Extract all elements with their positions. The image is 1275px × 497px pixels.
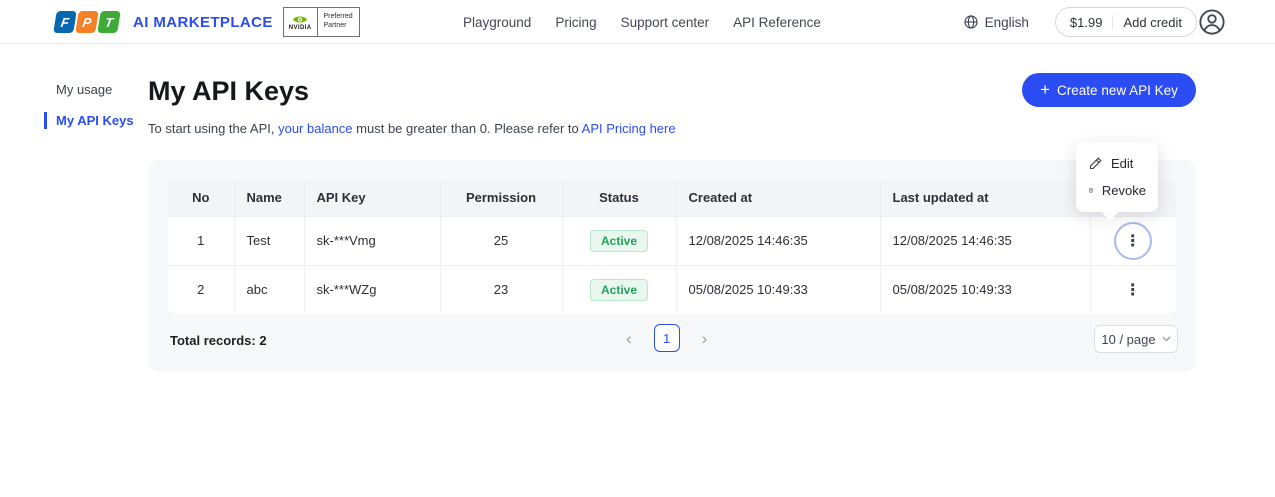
cell-actions: ⋮	[1090, 264, 1176, 314]
sidebar-item-my-usage[interactable]: My usage	[44, 74, 144, 105]
kebab-icon: ⋮	[1124, 281, 1142, 299]
nav-pricing[interactable]: Pricing	[555, 15, 596, 30]
page-subtitle: To start using the API, your balance mus…	[148, 121, 676, 136]
nvidia-logo: NVIDIA	[284, 8, 317, 36]
top-right-group: English $1.99 Add credit	[963, 0, 1197, 44]
fpt-logo-f: F	[53, 11, 77, 33]
menu-item-revoke-label: Revoke	[1101, 183, 1146, 198]
create-api-key-label: Create new API Key	[1057, 82, 1178, 98]
col-updated-at: Last updated at	[880, 180, 1091, 216]
status-badge: Active	[589, 278, 649, 301]
nvidia-partner-text: Preferred Partner	[316, 8, 359, 36]
cell-permission: 25	[440, 215, 563, 265]
language-selector[interactable]: English	[963, 14, 1029, 30]
menu-item-revoke[interactable]: Revoke	[1076, 177, 1158, 204]
cell-name: abc	[234, 264, 305, 314]
cell-name: Test	[234, 215, 305, 265]
cell-no: 2	[168, 264, 235, 314]
row-actions-button[interactable]: ⋮	[1114, 271, 1152, 309]
cell-status: Active	[562, 264, 677, 314]
main-nav: Playground Pricing Support center API Re…	[463, 0, 821, 44]
cell-api-key: sk-***Vmg	[304, 215, 441, 265]
fpt-logo: F P T	[53, 11, 121, 33]
total-records-label: Total records: 2	[170, 333, 267, 348]
revoke-trash-icon	[1088, 188, 1094, 193]
nvidia-line2: Partner	[323, 22, 347, 29]
cell-actions: ⋮	[1090, 215, 1176, 265]
table-row: 1 Test sk-***Vmg 25 Active 12/08/2025 14…	[168, 215, 1176, 265]
next-page-button[interactable]: ›	[702, 330, 708, 347]
top-bar: F P T AI MARKETPLACE NVIDIA Preferred Pa…	[0, 0, 1275, 44]
api-keys-card: No Name API Key Permission Status Create…	[148, 160, 1196, 372]
col-status: Status	[562, 180, 677, 216]
add-credit-button[interactable]: Add credit	[1113, 15, 1196, 30]
cell-permission: 23	[440, 264, 563, 314]
cell-updated-at: 12/08/2025 14:46:35	[880, 215, 1091, 265]
sidebar: My usage My API Keys	[44, 74, 144, 136]
nvidia-line1: Preferred	[323, 13, 353, 21]
api-keys-table: No Name API Key Permission Status Create…	[168, 180, 1176, 314]
avatar-icon	[1199, 9, 1225, 35]
plus-icon: +	[1040, 79, 1051, 99]
credit-pill[interactable]: $1.99 Add credit	[1054, 7, 1197, 37]
cell-updated-at: 05/08/2025 10:49:33	[880, 264, 1091, 314]
nvidia-eye-icon	[293, 16, 308, 22]
create-api-key-button[interactable]: + Create new API Key	[1022, 73, 1196, 107]
col-created-at: Created at	[676, 180, 881, 216]
menu-item-edit-label: Edit	[1111, 156, 1134, 171]
nav-playground[interactable]: Playground	[463, 15, 531, 30]
current-page-button[interactable]: 1	[653, 324, 680, 352]
sidebar-item-my-api-keys[interactable]: My API Keys	[44, 105, 144, 136]
balance-amount: $1.99	[1069, 14, 1103, 30]
nvidia-word: NVIDIA	[288, 24, 312, 31]
nvidia-partner-badge: NVIDIA Preferred Partner	[282, 7, 360, 37]
col-api-key: API Key	[304, 180, 441, 216]
nav-support-center[interactable]: Support center	[621, 15, 710, 30]
cell-api-key: sk-***WZg	[304, 264, 441, 314]
api-pricing-link[interactable]: API Pricing here	[582, 121, 676, 136]
row-actions-button-active[interactable]: ⋮	[1114, 221, 1153, 260]
nav-api-reference[interactable]: API Reference	[733, 15, 821, 30]
cell-status: Active	[562, 215, 677, 265]
cell-no: 1	[168, 215, 235, 265]
row-actions-menu: Edit Revoke	[1076, 142, 1158, 212]
page-title: My API Keys	[148, 76, 310, 106]
col-no: No	[168, 180, 235, 216]
fpt-logo-t: T	[97, 11, 121, 33]
page-size-select[interactable]: 10 / page	[1094, 325, 1178, 353]
edit-pencil-icon	[1089, 157, 1102, 170]
col-name: Name	[234, 180, 305, 216]
status-badge: Active	[589, 229, 649, 252]
table-header-row: No Name API Key Permission Status Create…	[168, 180, 1176, 216]
table-row: 2 abc sk-***WZg 23 Active 05/08/2025 10:…	[168, 264, 1176, 314]
page-size-value: 10 / page	[1101, 331, 1156, 347]
subtitle-text-2: must be greater than 0. Please refer to	[356, 121, 579, 136]
globe-icon	[964, 15, 978, 29]
cell-created-at: 12/08/2025 14:46:35	[676, 215, 881, 265]
col-permission: Permission	[440, 180, 563, 216]
your-balance-link[interactable]: your balance	[278, 121, 352, 136]
brand: F P T AI MARKETPLACE NVIDIA Preferred Pa…	[53, 0, 360, 44]
brand-title: AI MARKETPLACE	[133, 13, 273, 31]
kebab-icon: ⋮	[1124, 232, 1142, 250]
prev-page-button[interactable]: ‹	[626, 330, 632, 347]
menu-item-edit[interactable]: Edit	[1076, 150, 1158, 177]
language-label: English	[984, 14, 1029, 30]
pagination: ‹ 1 ›	[626, 324, 707, 352]
subtitle-text-1: To start using the API,	[148, 121, 275, 136]
chevron-down-icon	[1162, 336, 1171, 342]
account-avatar-button[interactable]	[1197, 7, 1227, 42]
fpt-logo-p: P	[75, 11, 99, 33]
cell-created-at: 05/08/2025 10:49:33	[676, 264, 881, 314]
